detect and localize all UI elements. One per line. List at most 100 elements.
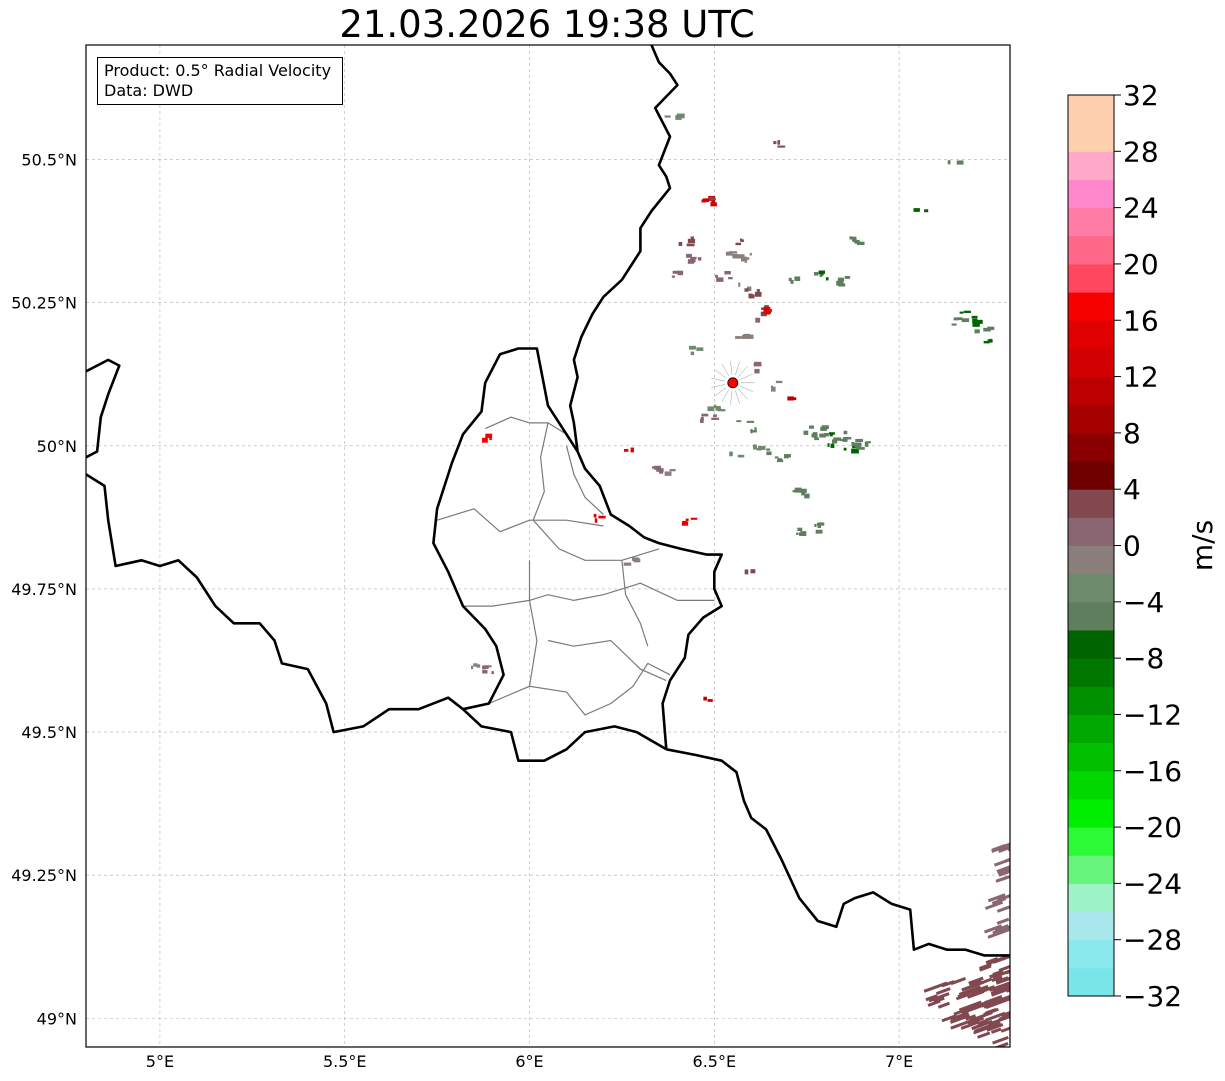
echo-pixel	[745, 334, 754, 339]
echo-pixel	[749, 252, 752, 256]
echo-pixel	[857, 447, 865, 450]
colorbar-segment	[1068, 517, 1114, 546]
colorbar-segment	[1068, 742, 1114, 772]
lat-tick-label: 49.25°N	[11, 866, 77, 885]
product-info-box: Product: 0.5° Radial Velocity Data: DWD	[97, 57, 343, 105]
echo-pixel	[482, 665, 489, 669]
colorbar-tick-label: 24	[1123, 192, 1159, 225]
data-source-label: Data: DWD	[104, 81, 194, 100]
echo-pixel	[959, 311, 964, 314]
colorbar-segment	[1068, 489, 1114, 518]
radar-site-marker	[727, 377, 739, 389]
echo-pixel	[491, 671, 495, 675]
echo-pixel	[675, 115, 682, 120]
echo-pixel	[746, 420, 755, 423]
echo-pixel	[784, 454, 789, 459]
clutter-echo	[1013, 858, 1026, 865]
colorbar-segment	[1068, 432, 1114, 462]
echo-pixel	[697, 257, 702, 261]
colorbar-tick-label: −20	[1123, 811, 1182, 844]
colorbar-segment	[1068, 151, 1114, 180]
echo-pixel	[756, 317, 761, 323]
echo-pixel	[814, 437, 819, 441]
echo-pixel	[630, 447, 634, 453]
echo-pixel	[735, 336, 742, 339]
echo-pixel	[961, 318, 970, 323]
echo-pixel	[703, 696, 707, 701]
echo-pixel	[744, 569, 749, 575]
echo-pixel	[766, 448, 771, 451]
echo-pixel	[686, 253, 692, 258]
lat-tick-label: 49.5°N	[21, 723, 77, 742]
echo-pixel	[777, 145, 786, 148]
echo-pixel	[754, 427, 757, 431]
echo-pixel	[827, 443, 830, 447]
colorbar-segment	[1068, 883, 1114, 913]
echo-pixel	[748, 293, 753, 297]
echo-pixel	[744, 288, 749, 292]
echo-pixel	[790, 279, 794, 284]
echo-pixel	[470, 665, 474, 670]
echo-pixel	[987, 326, 995, 330]
echo-pixel	[832, 440, 837, 443]
echo-pixel	[855, 438, 861, 443]
echo-pixel	[754, 368, 760, 374]
echo-pixel	[844, 275, 851, 279]
echo-pixel	[690, 236, 694, 241]
echo-pixel	[913, 208, 920, 212]
echo-pixel	[669, 468, 676, 472]
colorbar-unit-label: m/s	[1186, 520, 1219, 571]
lat-tick-label: 50°N	[37, 437, 77, 456]
colorbar-segment	[1068, 461, 1114, 490]
colorbar-tick-label: 32	[1123, 79, 1159, 112]
echo-pixel	[659, 470, 664, 474]
echo-pixel	[678, 241, 683, 246]
echo-pixel	[821, 273, 824, 276]
echo-pixel	[664, 471, 672, 476]
echo-pixel	[672, 270, 679, 274]
echo-pixel	[974, 329, 980, 334]
colorbar-segment	[1068, 263, 1114, 293]
echo-pixel	[740, 238, 743, 242]
echo-pixel	[789, 397, 797, 401]
lat-tick-label: 50.5°N	[21, 151, 77, 170]
radar-map: 5°E 5.5°E 6°E 6.5°E 7°E 50.5°N 50.25°N 50°N 49.7…	[11, 44, 1219, 1071]
echo-pixel	[797, 527, 803, 532]
colorbar-segment	[1068, 629, 1114, 659]
echo-pixel	[690, 351, 695, 356]
clutter-echo	[1009, 1028, 1010, 1039]
echo-pixel	[709, 196, 714, 201]
clutter-echo	[1015, 891, 1026, 898]
colorbar-tick-label: −28	[1123, 924, 1182, 957]
echo-pixel	[838, 283, 846, 287]
echo-pixel	[843, 447, 847, 451]
echo-pixel	[690, 517, 698, 520]
echo-pixel	[707, 406, 715, 412]
echo-pixel	[851, 441, 855, 447]
colorbar-segment	[1068, 601, 1114, 631]
colorbar-segment	[1068, 95, 1114, 124]
colorbar-segment	[1068, 911, 1114, 941]
echo-pixel	[724, 270, 731, 275]
echo-pixel	[686, 243, 695, 247]
lat-tick-label: 50.25°N	[11, 294, 77, 313]
clutter-echo	[1017, 1008, 1030, 1015]
colorbar-segment	[1068, 939, 1114, 969]
colorbar-tick-label: −12	[1123, 698, 1182, 731]
lon-tick-label: 6°E	[515, 1052, 543, 1071]
colorbar-segment	[1068, 404, 1114, 434]
echo-pixel	[710, 202, 717, 207]
echo-pixel	[776, 459, 784, 463]
clutter-echo	[1007, 840, 1010, 852]
lon-tick-label: 5.5°E	[323, 1052, 367, 1071]
echo-pixel	[715, 274, 718, 278]
colorbar-tick-label: 0	[1123, 530, 1141, 563]
echo-pixel	[593, 513, 597, 518]
echo-pixel	[770, 385, 774, 388]
colorbar-segment	[1068, 207, 1114, 237]
lat-tick-label: 49°N	[37, 1009, 77, 1028]
clutter-echo	[1016, 846, 1029, 853]
colorbar-tick-label: 12	[1123, 361, 1159, 394]
echo-pixel	[777, 140, 781, 145]
colorbar-segment	[1068, 714, 1114, 744]
